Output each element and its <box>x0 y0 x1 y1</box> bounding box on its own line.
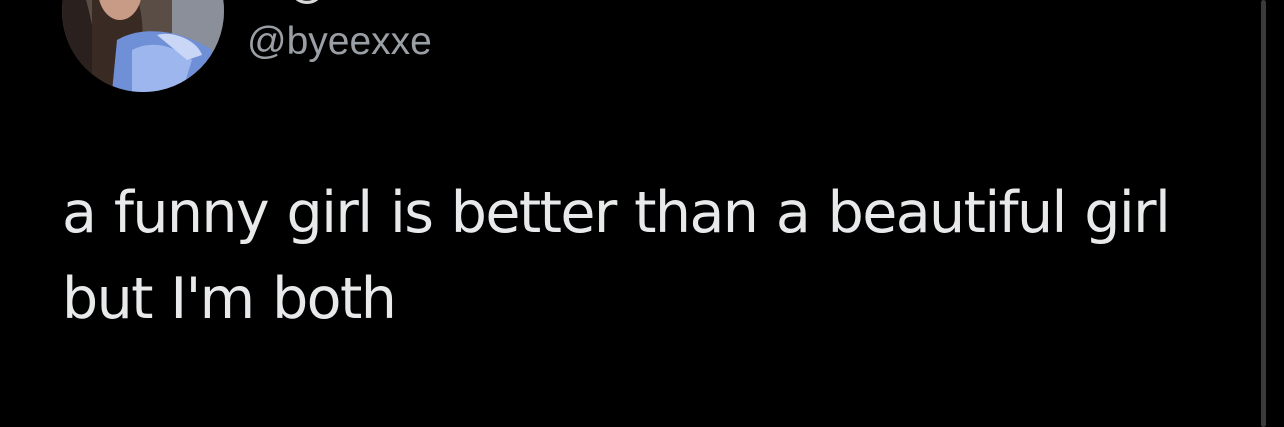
tweet-text-line: but I'm both <box>62 266 397 332</box>
tweet-text: a funny girl is better than a beautiful … <box>62 170 1242 342</box>
scrollbar[interactable] <box>1261 0 1266 427</box>
tweet-text-line: a funny girl is better than a beautiful … <box>62 180 1171 246</box>
avatar[interactable] <box>62 0 224 92</box>
profile-photo-icon <box>62 0 224 92</box>
tweet-card: @byeexxe a funny girl is better than a b… <box>0 0 1284 427</box>
user-handle[interactable]: @byeexxe <box>247 18 432 66</box>
emoji-icon <box>287 0 327 6</box>
